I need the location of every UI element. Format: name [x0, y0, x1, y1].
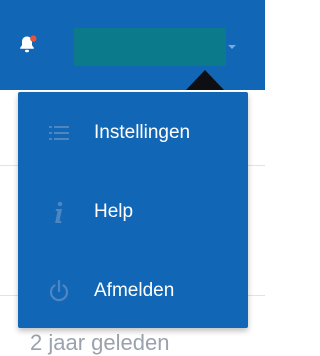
menu-item-label: Instellingen — [94, 122, 191, 143]
menu-item-afmelden[interactable]: Afmelden — [18, 252, 248, 330]
menu-item-help[interactable]: Help — [18, 173, 248, 251]
user-dropdown-menu: Instellingen Help Afmelden — [18, 92, 248, 328]
menu-item-label: Afmelden — [94, 280, 175, 301]
user-menu-toggle[interactable] — [74, 28, 226, 66]
chevron-down-icon[interactable] — [226, 40, 238, 52]
bell-icon[interactable] — [15, 33, 39, 57]
power-icon — [46, 278, 72, 304]
menu-item-instellingen[interactable]: Instellingen — [18, 94, 248, 172]
info-icon — [46, 199, 72, 225]
dropdown-caret — [186, 70, 224, 90]
list-icon — [46, 120, 72, 146]
timestamp-text: 2 jaar geleden — [30, 330, 170, 355]
menu-item-label: Help — [94, 201, 134, 222]
